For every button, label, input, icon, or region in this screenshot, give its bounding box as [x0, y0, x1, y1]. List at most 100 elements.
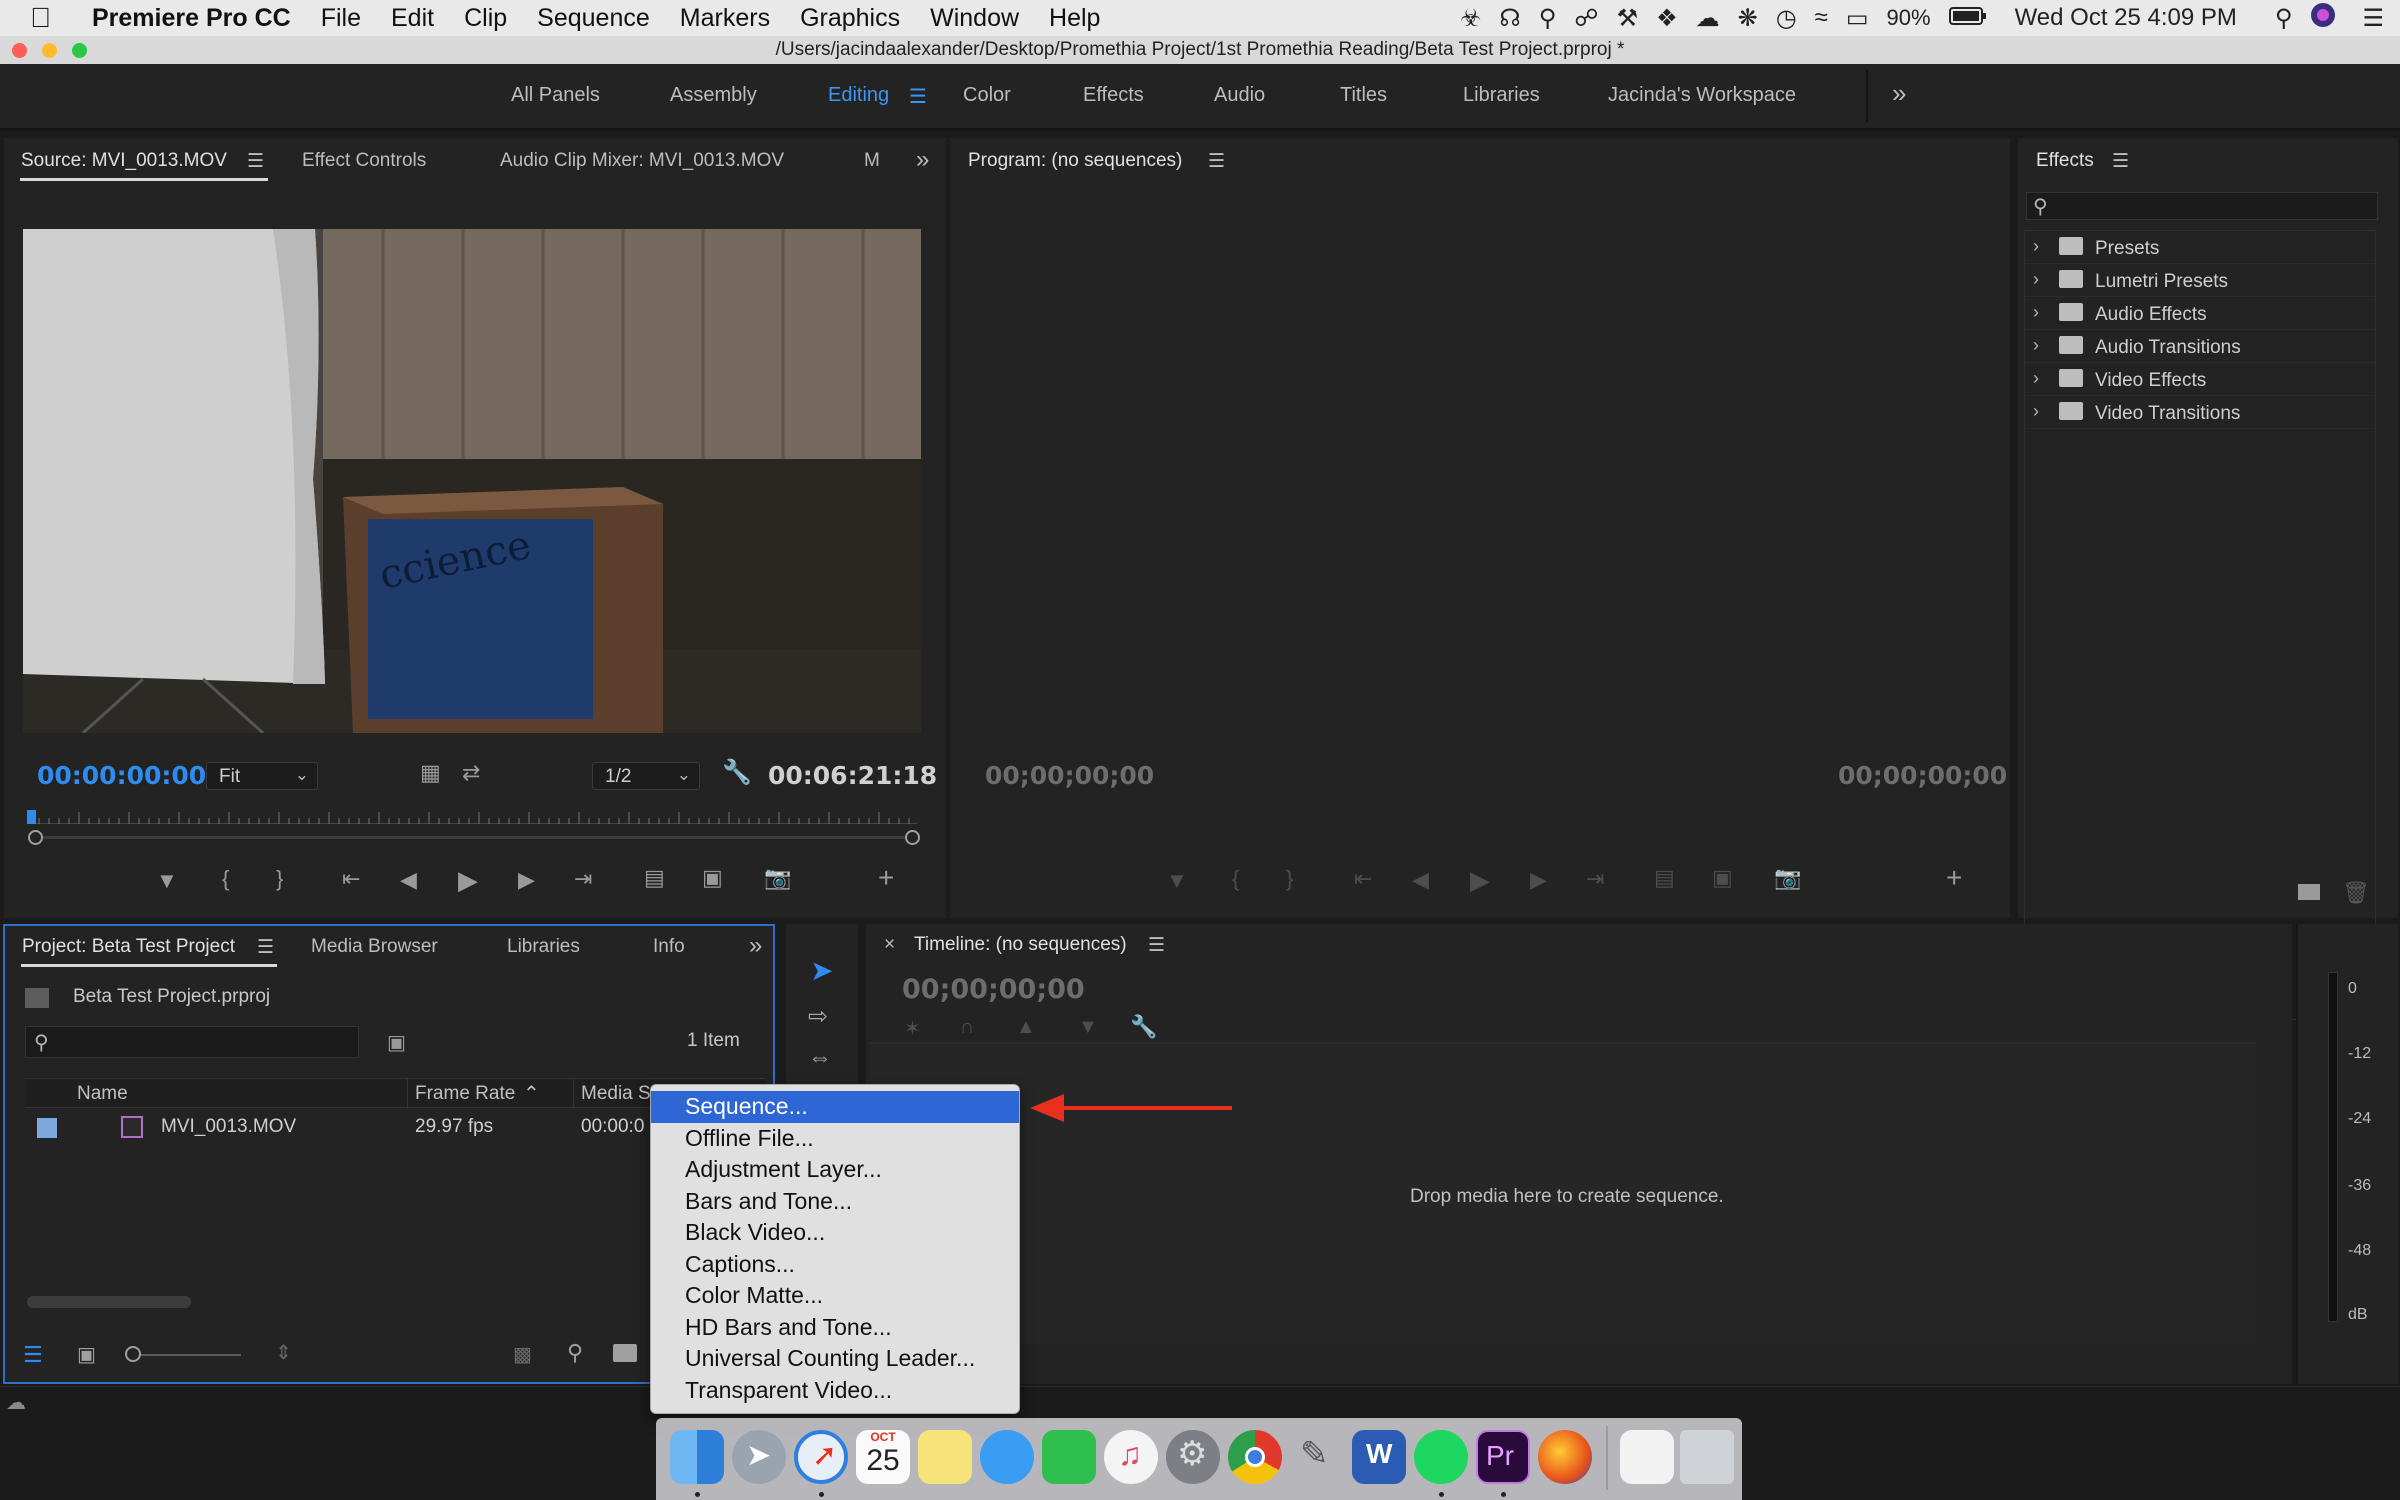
itunes-dock-icon[interactable]: ♫	[1104, 1430, 1158, 1484]
timeline-panel-menu-icon[interactable]: ☰	[1148, 934, 1165, 957]
zoom-slider-track[interactable]	[129, 1354, 241, 1356]
premiere-pro-dock-icon[interactable]: Pr	[1476, 1430, 1530, 1484]
drag-video-audio-icon[interactable]: ⇄	[462, 760, 480, 786]
tab-source[interactable]: Source: MVI_0013.MOV	[21, 150, 227, 172]
new-bin-icon[interactable]	[2298, 884, 2320, 900]
tab-media-browser[interactable]: Media Browser	[311, 936, 438, 958]
sort-ascending-icon[interactable]: ⌃	[523, 1081, 540, 1106]
tab-audio-clip-mixer[interactable]: Audio Clip Mixer: MVI_0013.MOV	[500, 150, 784, 172]
sort-icons-icon[interactable]: ⇕	[275, 1340, 292, 1365]
workspace-tab-titles[interactable]: Titles	[1340, 84, 1387, 107]
column-header-frame-rate[interactable]: Frame Rate	[415, 1083, 515, 1105]
facetime-dock-icon[interactable]	[1042, 1430, 1096, 1484]
workspace-tab-jacinda[interactable]: Jacinda's Workspace	[1608, 84, 1796, 107]
lift-button[interactable]: ▤	[1654, 865, 1675, 891]
track-select-tool-icon[interactable]: ⇨	[808, 1002, 828, 1031]
menu-item-captions[interactable]: Captions...	[651, 1249, 1019, 1281]
effects-folder-presets[interactable]: › Presets	[2025, 231, 2375, 264]
program-go-to-in-button[interactable]: ⇤	[1354, 866, 1372, 892]
program-go-to-out-button[interactable]: ⇥	[1586, 866, 1604, 892]
menu-item-sequence[interactable]: Sequence...	[651, 1091, 1019, 1123]
automate-to-sequence-icon[interactable]: ▩	[513, 1342, 532, 1367]
menu-item-adjustment-layer[interactable]: Adjustment Layer...	[651, 1154, 1019, 1186]
project-tabs-overflow-icon[interactable]: »	[749, 932, 762, 960]
source-current-timecode[interactable]: 00:00:00:00	[37, 761, 206, 790]
settings-wrench-icon[interactable]: 🔧	[722, 758, 752, 787]
word-dock-icon[interactable]: W	[1352, 1430, 1406, 1484]
snap-magnet-icon[interactable]: ∩	[960, 1016, 974, 1039]
spotlight-search-icon[interactable]: ⚲	[2275, 4, 2293, 33]
menu-item-hd-bars-and-tone[interactable]: HD Bars and Tone...	[651, 1312, 1019, 1344]
source-playhead[interactable]	[27, 810, 36, 824]
step-forward-button[interactable]: ▶	[518, 867, 535, 893]
project-horizontal-scrollbar[interactable]	[27, 1296, 191, 1308]
menu-item-universal-counting-leader[interactable]: Universal Counting Leader...	[651, 1343, 1019, 1375]
menu-item-bars-and-tone[interactable]: Bars and Tone...	[651, 1186, 1019, 1218]
launchpad-dock-icon[interactable]: ➤	[732, 1430, 786, 1484]
workspace-tab-assembly[interactable]: Assembly	[670, 84, 757, 107]
source-zoom-scrollbar[interactable]	[34, 836, 910, 839]
source-panel-menu-icon[interactable]: ☰	[247, 150, 264, 173]
add-marker-button[interactable]: ▼	[156, 868, 178, 894]
workspace-tab-editing[interactable]: Editing	[828, 84, 889, 107]
effects-folder-audio-transitions[interactable]: › Audio Transitions	[2025, 330, 2375, 363]
icon-view-icon[interactable]: ▣	[77, 1342, 96, 1367]
trash-icon[interactable]: 🗑	[2342, 880, 2370, 906]
zoom-window-button[interactable]	[72, 43, 87, 58]
source-time-ruler[interactable]	[28, 810, 917, 825]
effects-panel-menu-icon[interactable]: ☰	[2112, 150, 2129, 173]
menu-item-black-video[interactable]: Black Video...	[651, 1217, 1019, 1249]
finder-dock-icon[interactable]	[670, 1430, 724, 1484]
find-icon[interactable]: ⚲	[567, 1340, 583, 1366]
battery-icon[interactable]	[1948, 4, 1987, 32]
play-button[interactable]: ▶	[458, 865, 478, 896]
program-current-timecode[interactable]: 00;00;00;00	[985, 761, 1154, 790]
find-bin-icon[interactable]: ▣	[387, 1030, 406, 1055]
menu-window[interactable]: Window	[930, 4, 1019, 33]
timeline-drop-area[interactable]: Drop media here to create sequence.	[870, 1044, 2256, 1344]
tab-effect-controls[interactable]: Effect Controls	[302, 150, 426, 172]
workspace-overflow-button[interactable]: »	[1892, 78, 1906, 109]
nest-sequence-icon[interactable]: ✶	[904, 1016, 921, 1041]
tab-project[interactable]: Project: Beta Test Project	[22, 936, 235, 958]
app-menu[interactable]: Premiere Pro CC	[92, 4, 291, 33]
workspace-tab-effects[interactable]: Effects	[1083, 84, 1144, 107]
program-panel-menu-icon[interactable]: ☰	[1208, 150, 1225, 173]
effects-folder-video-effects[interactable]: › Video Effects	[2025, 363, 2375, 396]
menu-item-transparent-video[interactable]: Transparent Video...	[651, 1375, 1019, 1407]
cloud-upload-icon[interactable]: ☁	[1696, 4, 1720, 33]
go-to-out-button[interactable]: ⇥	[574, 866, 592, 892]
timeline-panel-title[interactable]: Timeline: (no sequences)	[914, 934, 1127, 956]
menu-graphics[interactable]: Graphics	[800, 4, 900, 33]
effects-folder-lumetri-presets[interactable]: › Lumetri Presets	[2025, 264, 2375, 297]
workspace-tab-libraries[interactable]: Libraries	[1463, 84, 1540, 107]
program-panel-title[interactable]: Program: (no sequences)	[968, 150, 1182, 172]
firefox-dock-icon[interactable]	[1538, 1430, 1592, 1484]
go-to-in-button[interactable]: ⇤	[342, 866, 360, 892]
zoom-handle-right[interactable]	[905, 830, 920, 845]
menu-clip[interactable]: Clip	[464, 4, 507, 33]
overwrite-button[interactable]: ▣	[702, 865, 723, 891]
column-header-name[interactable]: Name	[77, 1083, 128, 1105]
add-button-plus-icon[interactable]: +	[878, 862, 894, 894]
notification-center-icon[interactable]: ☰	[2362, 4, 2384, 33]
source-video-frame[interactable]: ccience	[23, 229, 921, 733]
safe-margins-icon[interactable]: ▦	[420, 760, 441, 786]
tab-info[interactable]: Info	[653, 936, 685, 958]
wifi-icon[interactable]: ≈	[1815, 4, 1828, 32]
program-step-forward-button[interactable]: ▶	[1530, 867, 1547, 893]
zoom-handle-left[interactable]	[28, 830, 43, 845]
workspace-menu-icon[interactable]: ☰	[909, 84, 927, 109]
tab-metadata[interactable]: M	[864, 150, 880, 172]
effects-search-input[interactable]: ⚲	[2026, 192, 2378, 220]
selection-tool-icon[interactable]: ➤	[810, 954, 833, 987]
airplay-icon[interactable]: ▭	[1846, 4, 1869, 33]
program-export-frame-icon[interactable]: 📷	[1774, 865, 1801, 891]
workspace-tab-all-panels[interactable]: All Panels	[511, 84, 600, 107]
timeline-settings-wrench-icon[interactable]: 🔧	[1130, 1014, 1157, 1040]
menu-help[interactable]: Help	[1049, 4, 1100, 33]
documents-stack-dock-icon[interactable]	[1620, 1430, 1674, 1484]
timeline-timecode[interactable]: 00;00;00;00	[902, 974, 1085, 1005]
slack-icon[interactable]: ❋	[1738, 4, 1758, 33]
apple-icon[interactable]: 	[30, 2, 58, 34]
